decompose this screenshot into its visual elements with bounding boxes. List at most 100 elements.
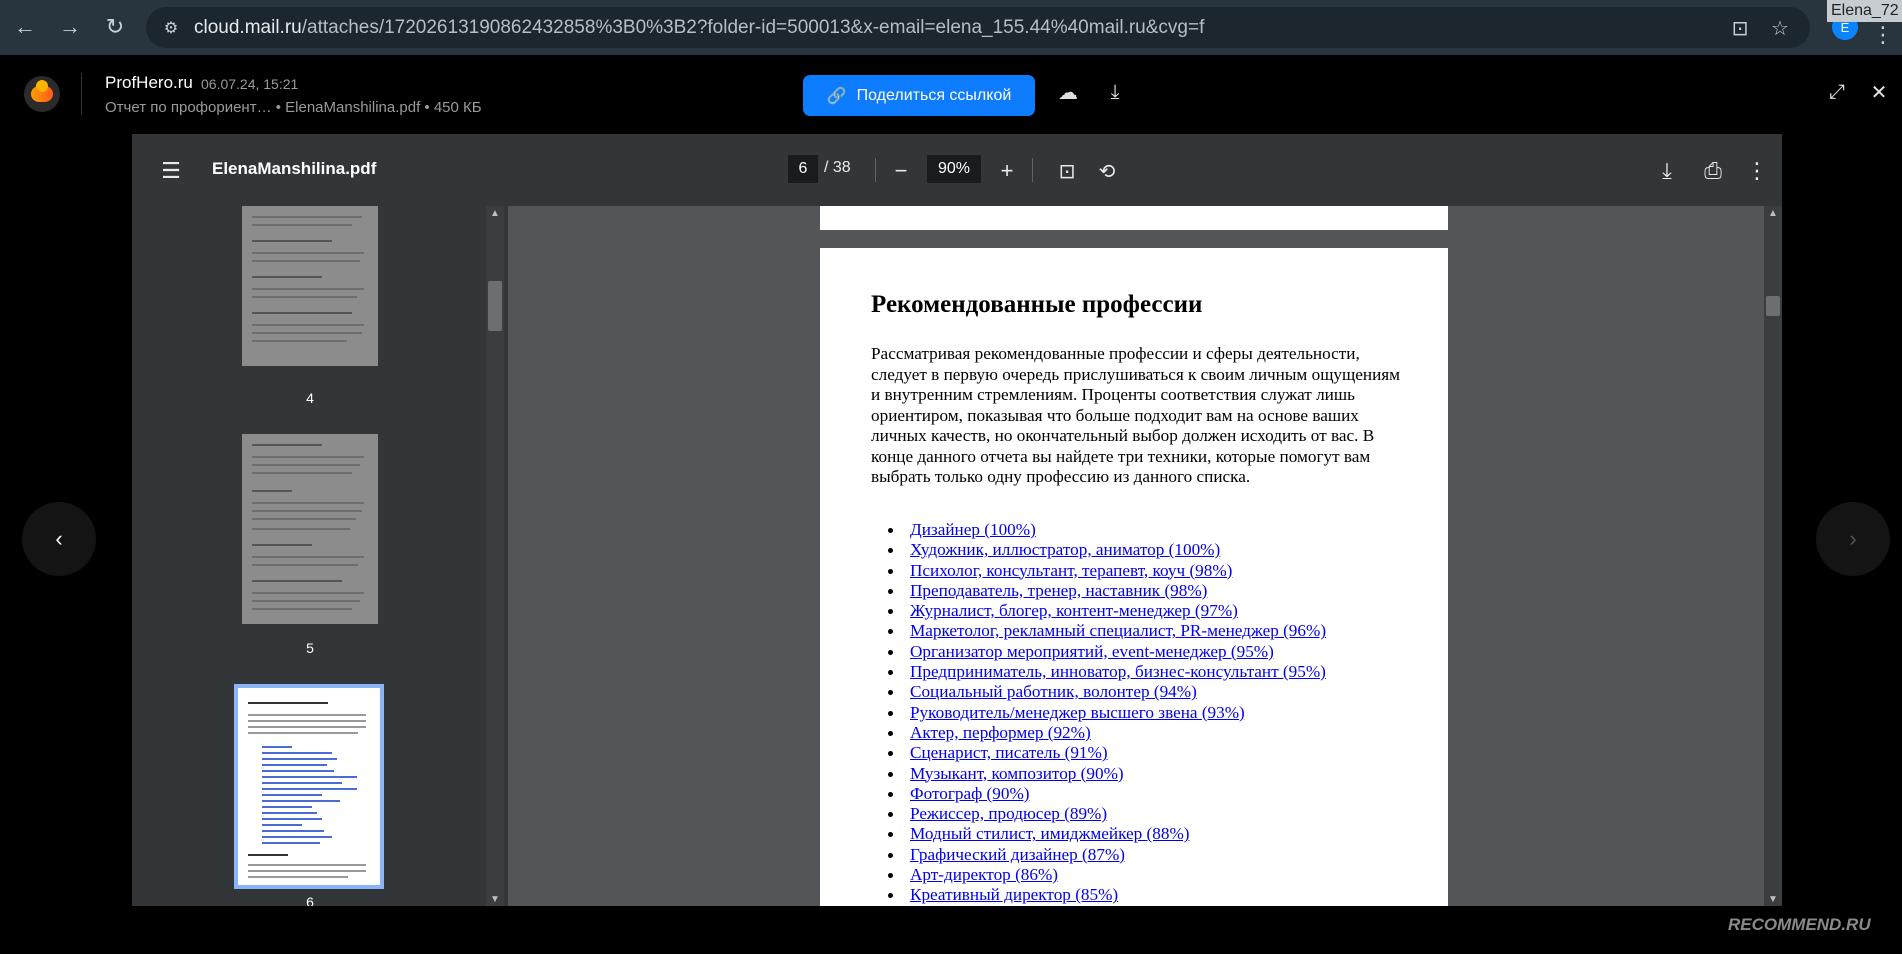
thumbnail-text-line xyxy=(248,702,328,704)
next-file-button[interactable]: › xyxy=(1816,502,1890,576)
browser-menu-icon[interactable]: ⋮ xyxy=(1872,22,1894,48)
thumbnail-sidebar[interactable]: 4 5 6 ▲ ▼ xyxy=(132,206,508,906)
thumbnail-link-line xyxy=(262,782,342,784)
previous-file-button[interactable]: ‹ xyxy=(22,502,96,576)
profession-link[interactable]: Графический дизайнер (87%) xyxy=(910,845,1125,864)
url-path: /attaches/17202613190862432858%3B0%3B2?f… xyxy=(301,17,1205,38)
thumbnail-page-6[interactable] xyxy=(234,684,384,889)
address-bar[interactable]: ⚙ cloud.mail.ru/attaches/172026131908624… xyxy=(146,7,1810,48)
thumbnail-link-line xyxy=(262,788,357,790)
zoom-out-icon[interactable]: − xyxy=(886,156,916,186)
profession-link[interactable]: Руководитель/менеджер высшего звена (93%… xyxy=(910,703,1245,722)
thumbnail-link-line xyxy=(262,794,322,796)
scroll-up-arrow-icon[interactable]: ▲ xyxy=(1764,206,1782,220)
pdf-toolbar: ☰ ElenaManshilina.pdf 6 / 38 − 90% + ⊡ ⟲… xyxy=(132,134,1782,206)
forward-arrow-icon[interactable]: → xyxy=(55,12,85,42)
profession-link[interactable]: Предприниматель, инноватор, бизнес-консу… xyxy=(910,662,1326,681)
profession-link[interactable]: Организатор мероприятий, event-менеджер … xyxy=(910,642,1274,661)
list-item: Музыкант, композитор (90%) xyxy=(887,764,1326,784)
thumbnail-text-line xyxy=(252,340,347,342)
scroll-down-arrow-icon[interactable]: ▼ xyxy=(486,892,504,906)
thumbnail-text-line xyxy=(252,592,364,594)
page-scroll-thumb[interactable] xyxy=(1766,296,1780,316)
thumbnail-link-line xyxy=(262,758,337,760)
back-arrow-icon[interactable]: ← xyxy=(10,12,40,42)
page-number-input[interactable]: 6 xyxy=(788,155,818,183)
profession-link[interactable]: Преподаватель, тренер, наставник (98%) xyxy=(910,581,1207,600)
file-info: Отчет по профориент… • ElenaManshilina.p… xyxy=(105,99,482,116)
pdf-page-area[interactable]: Рекомендованные профессии Рассматривая р… xyxy=(508,206,1782,906)
page-total: / 38 xyxy=(824,159,851,176)
mail-cloud-logo[interactable] xyxy=(24,76,60,112)
pdf-viewer: ☰ ElenaManshilina.pdf 6 / 38 − 90% + ⊡ ⟲… xyxy=(132,134,1782,906)
profession-link[interactable]: Фотограф (90%) xyxy=(910,784,1029,803)
scroll-up-arrow-icon[interactable]: ▲ xyxy=(486,206,504,220)
profession-link[interactable]: Психолог, консультант, терапевт, коуч (9… xyxy=(910,561,1232,580)
thumbnail-text-line xyxy=(248,732,358,734)
thumbnail-text-line xyxy=(252,252,364,254)
print-icon[interactable]: ⎙ xyxy=(1698,156,1728,186)
thumbnail-page-5[interactable] xyxy=(242,434,378,624)
close-icon[interactable]: ✕ xyxy=(1864,77,1894,107)
profession-link[interactable]: Художник, иллюстратор, аниматор (100%) xyxy=(910,540,1220,559)
watermark: RECOMMEND.RU xyxy=(1728,915,1871,934)
list-item: Журналист, блогер, контент-менеджер (97%… xyxy=(887,601,1326,621)
list-item: Креативный директор (85%) xyxy=(887,885,1326,905)
zoom-input[interactable]: 90% xyxy=(927,155,981,183)
thumbnail-scroll-thumb[interactable] xyxy=(488,281,502,331)
list-item: Руководитель/менеджер высшего звена (93%… xyxy=(887,703,1326,723)
thumbnail-page-4[interactable] xyxy=(242,206,378,366)
profession-link[interactable]: Модный стилист, имиджмейкер (88%) xyxy=(910,824,1189,843)
rotate-icon[interactable]: ⟲ xyxy=(1092,156,1122,186)
site-settings-icon[interactable]: ⚙ xyxy=(160,17,182,39)
share-link-label: Поделиться ссылкой xyxy=(856,86,1012,104)
page-intro-paragraph: Рассматривая рекомендованные профессии и… xyxy=(871,344,1401,486)
thumbnail-text-line xyxy=(248,726,366,728)
thumbnail-text-line xyxy=(252,324,364,326)
thumbnail-text-line xyxy=(248,714,366,716)
install-app-icon[interactable]: ⊡ xyxy=(1728,16,1752,40)
thumbnail-text-line xyxy=(252,490,292,492)
list-item: Преподаватель, тренер, наставник (98%) xyxy=(887,581,1326,601)
profession-link[interactable]: Арт-директор (86%) xyxy=(910,865,1058,884)
profession-link[interactable]: Дизайнер (100%) xyxy=(910,520,1036,539)
profession-link[interactable]: Креативный директор (85%) xyxy=(910,885,1118,904)
profession-link[interactable]: Музыкант, композитор (90%) xyxy=(910,764,1124,783)
profession-link[interactable]: Сценарист, писатель (91%) xyxy=(910,743,1108,762)
thumbnail-text-line xyxy=(252,608,352,610)
thumbnail-text-line xyxy=(252,224,352,226)
thumbnail-text-line xyxy=(252,312,352,314)
share-link-button[interactable]: 🔗 Поделиться ссылкой xyxy=(803,75,1035,116)
url-text[interactable]: cloud.mail.ru/attaches/17202613190862432… xyxy=(194,17,1204,39)
thumbnail-number: 5 xyxy=(306,640,314,656)
thumbnail-text-line xyxy=(252,288,364,290)
profession-link[interactable]: Режиссер, продюсер (89%) xyxy=(910,804,1107,823)
download-icon[interactable]: ⤓ xyxy=(1100,77,1130,107)
profession-link[interactable]: Журналист, блогер, контент-менеджер (97%… xyxy=(910,601,1238,620)
viewer-header: ProfHero.ru 06.07.24, 15:21 Отчет по про… xyxy=(0,55,1902,133)
page-scrollbar[interactable]: ▲ ▼ xyxy=(1764,206,1782,906)
sent-date: 06.07.24, 15:21 xyxy=(201,76,299,92)
bookmark-star-icon[interactable]: ☆ xyxy=(1768,16,1792,40)
reload-icon[interactable]: ↻ xyxy=(100,12,130,42)
thumbnail-text-line xyxy=(252,296,357,298)
list-item: Психолог, консультант, терапевт, коуч (9… xyxy=(887,561,1326,581)
scroll-down-arrow-icon[interactable]: ▼ xyxy=(1764,892,1782,906)
hamburger-menu-icon[interactable]: ☰ xyxy=(156,156,186,186)
fullscreen-icon[interactable]: ⤢ xyxy=(1822,77,1852,107)
list-item: Маркетолог, рекламный специалист, PR-мен… xyxy=(887,621,1326,641)
upload-cloud-icon[interactable]: ☁ xyxy=(1053,77,1083,107)
toolbar-divider xyxy=(875,158,876,182)
thumbnail-scrollbar[interactable]: ▲ ▼ xyxy=(486,206,504,906)
chevron-right-icon: › xyxy=(1849,526,1857,551)
fit-page-icon[interactable]: ⊡ xyxy=(1052,156,1082,186)
profession-link[interactable]: Маркетолог, рекламный специалист, PR-мен… xyxy=(910,621,1326,640)
profession-link[interactable]: Социальный работник, волонтер (94%) xyxy=(910,682,1197,701)
thumbnail-text-line xyxy=(248,876,348,878)
pdf-download-icon[interactable]: ⤓ xyxy=(1652,156,1682,186)
zoom-in-icon[interactable]: + xyxy=(992,156,1022,186)
more-options-icon[interactable]: ⋮ xyxy=(1742,156,1772,186)
thumbnail-text-line xyxy=(252,580,342,582)
profession-link[interactable]: Актер, перформер (92%) xyxy=(910,723,1091,742)
chevron-left-icon: ‹ xyxy=(55,526,63,551)
